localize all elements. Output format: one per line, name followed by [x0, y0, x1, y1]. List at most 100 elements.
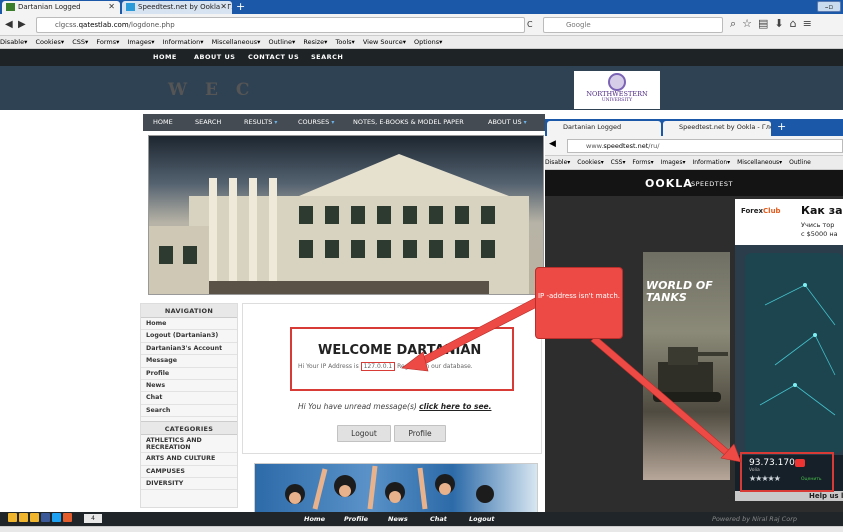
- webdev-resize[interactable]: Resize▾: [303, 38, 327, 46]
- tab-dartanian-logged[interactable]: Dartanian Logged ✕: [2, 1, 120, 14]
- profile-button[interactable]: Profile: [394, 425, 446, 442]
- horizontal-scrollbar[interactable]: [0, 526, 843, 532]
- webdev-view-source[interactable]: View Source▾: [363, 38, 406, 46]
- facebook-icon[interactable]: [41, 513, 50, 522]
- webdev-tools[interactable]: Tools▾: [336, 38, 355, 46]
- webdev-forms[interactable]: Forms▾: [632, 159, 653, 166]
- category-arts[interactable]: ARTS AND CULTURE: [141, 453, 237, 466]
- world-of-tanks-ad[interactable]: WORLD OF TANKS: [643, 252, 730, 480]
- blogger-icon[interactable]: [19, 513, 28, 522]
- search-input[interactable]: Google: [543, 17, 723, 33]
- ookla-header: OOKLA SPEEDTEST: [545, 170, 843, 196]
- category-diversity[interactable]: DIVERSITY: [141, 478, 237, 491]
- webdev-images[interactable]: Images▾: [128, 38, 155, 46]
- footer-home[interactable]: Home: [304, 512, 325, 526]
- tab-title: Speedtest.net by Ookla - Гло...: [679, 123, 771, 131]
- help-us-link[interactable]: Help us le: [809, 491, 843, 501]
- footer-logout[interactable]: Logout: [469, 512, 494, 526]
- overlay-url-domain: speedtest.net: [603, 142, 649, 150]
- partner-name: NORTHWESTERN: [586, 90, 648, 98]
- webdev-information[interactable]: Information▾: [692, 159, 730, 166]
- webdev-cookies[interactable]: Cookies▾: [35, 38, 64, 46]
- overlay-tab-speedtest[interactable]: Speedtest.net by Ookla - Гло...: [663, 121, 771, 136]
- url-bar[interactable]: clgcss.qatestlab.com/logdone.php: [36, 17, 525, 33]
- site-logo[interactable]: W E C: [168, 80, 255, 100]
- back-button[interactable]: ◀: [5, 18, 13, 32]
- main-menu-home[interactable]: HOME: [153, 114, 173, 131]
- webdev-disable[interactable]: Disable▾: [0, 38, 27, 46]
- forex-ad[interactable]: ForexClub Как за Учись тор с $5000 на: [735, 199, 843, 246]
- category-athletics[interactable]: ATHLETICS AND RECREATION: [141, 435, 237, 454]
- main-menu-courses[interactable]: COURSES ▾: [298, 114, 334, 131]
- webdev-information[interactable]: Information▾: [163, 38, 204, 46]
- twitter-icon[interactable]: [52, 513, 61, 522]
- webdev-options[interactable]: Options▾: [414, 38, 442, 46]
- webdev-cookies[interactable]: Cookies▾: [577, 159, 604, 166]
- plus-icon[interactable]: [63, 513, 72, 522]
- top-menu-contact[interactable]: CONTACT US: [248, 49, 299, 66]
- webdev-miscellaneous[interactable]: Miscellaneous▾: [212, 38, 261, 46]
- webdev-disable[interactable]: Disable▾: [545, 159, 570, 166]
- new-tab-icon[interactable]: +: [236, 0, 245, 13]
- webdev-miscellaneous[interactable]: Miscellaneous▾: [737, 159, 782, 166]
- sidebar-item-account[interactable]: Dartanian3's Account: [141, 343, 237, 356]
- students-illustration: [285, 465, 494, 510]
- main-menu-about[interactable]: ABOUT US ▾: [488, 114, 527, 131]
- forex-logo: ForexClub: [741, 207, 781, 215]
- sidebar-item-message[interactable]: Message: [141, 355, 237, 368]
- footer-profile[interactable]: Profile: [344, 512, 368, 526]
- ad-subtitle: Учись тор: [801, 221, 835, 229]
- window-controls[interactable]: –▫: [817, 1, 841, 12]
- sidebar-item-profile[interactable]: Profile: [141, 368, 237, 380]
- webdev-images[interactable]: Images▾: [661, 159, 686, 166]
- sidebar-item-search[interactable]: Search: [141, 405, 237, 418]
- browser-nav-bar: ◀ ▶ clgcss.qatestlab.com/logdone.php C G…: [0, 14, 843, 36]
- reload-icon[interactable]: C: [527, 18, 533, 32]
- sidebar: NAVIGATION Home Logout (Dartanian3) Dart…: [140, 303, 238, 508]
- email-icon[interactable]: [30, 513, 39, 522]
- sidebar-item-news[interactable]: News: [141, 380, 237, 393]
- logout-button[interactable]: Logout: [337, 425, 391, 442]
- main-menu-search[interactable]: SEARCH: [195, 114, 221, 131]
- webdev-outline[interactable]: Outline▾: [268, 38, 295, 46]
- top-menu-search[interactable]: SEARCH: [311, 49, 343, 66]
- search-placeholder: Google: [566, 21, 591, 29]
- overlay-url-bar[interactable]: www.speedtest.net/ru/: [567, 139, 843, 153]
- ad-title: Как за: [801, 204, 843, 217]
- sidebar-item-chat[interactable]: Chat: [141, 392, 237, 405]
- overlay-url-path: /ru/: [648, 142, 660, 150]
- footer-news[interactable]: News: [388, 512, 408, 526]
- top-menu-about[interactable]: ABOUT US: [194, 49, 235, 66]
- unread-link[interactable]: click here to see.: [419, 402, 491, 411]
- speedtest-favicon-icon: [126, 3, 135, 11]
- categories-heading: CATEGORIES: [141, 421, 237, 436]
- close-tab-icon[interactable]: ✕: [108, 1, 115, 13]
- toolbar-icons[interactable]: ⌕☆▤⬇⌂≡: [730, 17, 818, 31]
- category-campuses[interactable]: CAMPUSES: [141, 466, 237, 478]
- navigation-heading: NAVIGATION: [141, 304, 237, 318]
- url-prefix: clgcss.: [55, 21, 79, 29]
- ip-message-suffix: Register in our database.: [395, 363, 473, 370]
- speedtest-label: SPEEDTEST: [691, 180, 733, 188]
- share-icon[interactable]: [8, 513, 17, 522]
- close-tab-icon[interactable]: ✕: [220, 1, 227, 13]
- webdev-css[interactable]: CSS▾: [72, 38, 88, 46]
- overlay-webdev-toolbar: Disable▾ Cookies▾ CSS▾ Forms▾ Images▾ In…: [545, 156, 843, 170]
- overlay-new-tab-icon[interactable]: +: [777, 120, 786, 133]
- webdev-outline[interactable]: Outline: [789, 159, 811, 166]
- overlay-tab-dartanian[interactable]: Dartanian Logged: [547, 121, 661, 136]
- forward-button[interactable]: ▶: [18, 18, 26, 32]
- sidebar-item-home[interactable]: Home: [141, 318, 237, 331]
- webdev-css[interactable]: CSS▾: [611, 159, 626, 166]
- tab-speedtest[interactable]: Speedtest.net by Ookla - Гло... ✕: [122, 1, 232, 14]
- main-menu-results[interactable]: RESULTS ▾: [244, 114, 277, 131]
- webdev-forms[interactable]: Forms▾: [96, 38, 119, 46]
- main-menu-notes[interactable]: NOTES, E-BOOKS & MODEL PAPER: [353, 114, 464, 131]
- top-menu-home[interactable]: HOME: [153, 49, 177, 66]
- sidebar-item-logout[interactable]: Logout (Dartanian3): [141, 330, 237, 343]
- overlay-back-button[interactable]: ◀: [549, 139, 556, 149]
- site-favicon-icon: [6, 3, 15, 11]
- ookla-logo[interactable]: OOKLA: [645, 177, 693, 190]
- tank-illustration: [653, 347, 728, 402]
- footer-chat[interactable]: Chat: [430, 512, 447, 526]
